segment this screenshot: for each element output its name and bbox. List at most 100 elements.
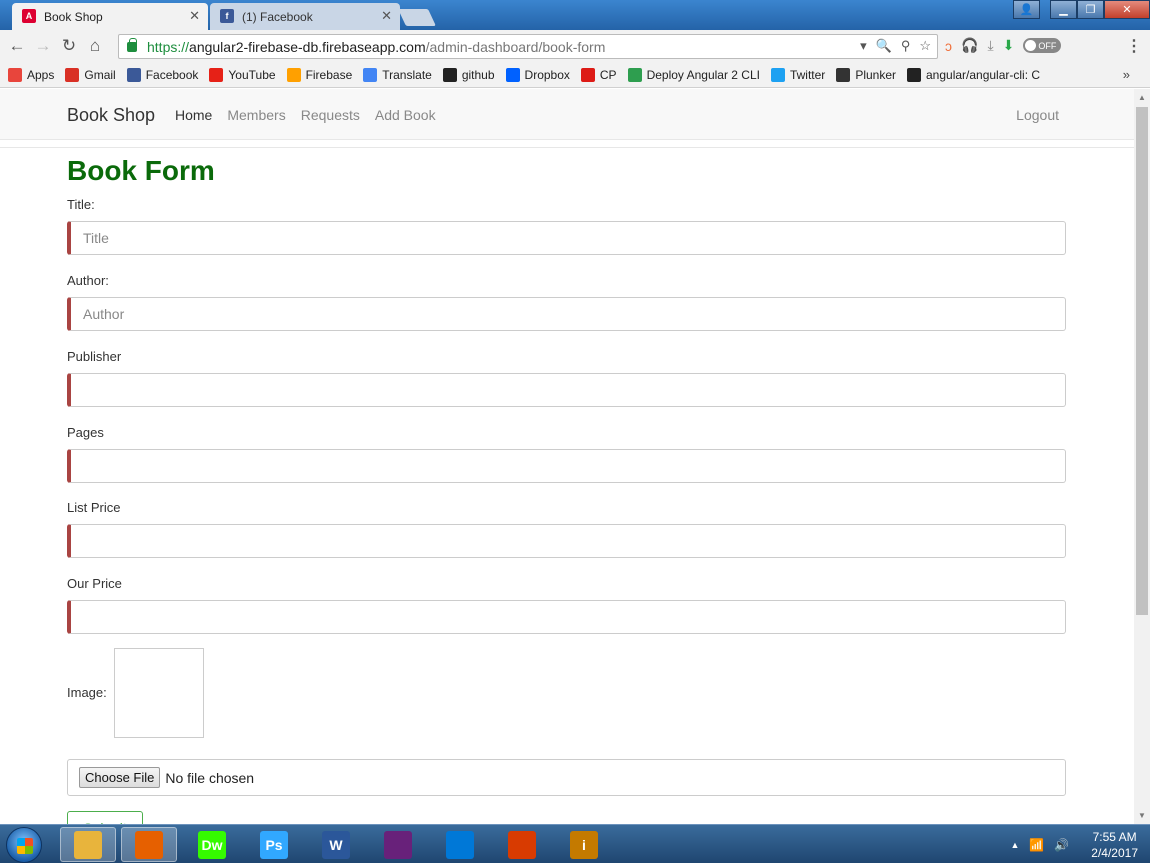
firefox-icon — [135, 830, 163, 859]
image-label: Image: — [67, 685, 107, 700]
apps-grid-icon — [8, 67, 22, 82]
bookmark-item[interactable]: Dropbox — [505, 67, 570, 82]
bookmark-item[interactable]: Firebase — [286, 67, 352, 82]
bookmark-label: Apps — [27, 67, 55, 82]
bookmark-item[interactable]: Translate — [363, 67, 432, 82]
bookmark-item[interactable]: YouTube — [209, 67, 276, 82]
windows-taskbar: ▲ 📶 🔊 7:55 AM 2/4/2017 Dw Ps Wi — [0, 824, 1150, 863]
submit-button[interactable]: Submit — [67, 811, 143, 824]
dropbox-icon — [505, 67, 520, 82]
bookmark-item[interactable]: github — [442, 67, 495, 82]
bookmark-item[interactable]: Twitter — [770, 67, 825, 82]
bookmark-item[interactable]: Facebook — [126, 67, 198, 82]
taskbar-app-button[interactable] — [121, 827, 177, 862]
file-explorer-icon — [74, 830, 102, 859]
author-label: Author: — [67, 273, 109, 288]
nav-home[interactable]: Home — [175, 107, 212, 123]
start-button[interactable] — [6, 827, 42, 863]
page-scrollbar[interactable]: ▲ ▼ — [1134, 89, 1150, 824]
scroll-down-icon[interactable]: ▼ — [1138, 811, 1146, 820]
taskbar-app-button[interactable]: i — [556, 827, 612, 862]
back-arrow-icon[interactable]: ← — [4, 36, 30, 56]
logout-link[interactable]: Logout — [1016, 107, 1059, 123]
dropdown-icon[interactable]: ▾ — [860, 38, 867, 54]
profile-icon[interactable]: 👤 — [1013, 0, 1040, 19]
our-price-input[interactable] — [67, 600, 1066, 634]
our-price-label: Our Price — [67, 576, 122, 591]
bookmark-label: YouTube — [228, 67, 276, 82]
taskbar-app-button[interactable] — [494, 827, 550, 862]
extension-c-icon[interactable]: ↄ — [945, 38, 952, 54]
tab-book-shop[interactable]: A Book Shop ✕ — [12, 3, 208, 30]
taskbar-app-button[interactable]: Ps — [246, 827, 302, 862]
download-circle-icon[interactable]: ⬇ — [1003, 37, 1015, 54]
choose-file-button[interactable]: Choose File — [79, 767, 161, 788]
forward-arrow-icon[interactable]: → — [30, 36, 56, 56]
taskbar-app-button[interactable]: Dw — [184, 827, 240, 862]
bookmark-star-icon[interactable]: ☆ — [919, 38, 931, 54]
youtube-icon — [209, 67, 224, 82]
maximize-button[interactable]: ❐ — [1077, 0, 1104, 19]
window-controls: 👤 ▁ ❐ ✕ — [1013, 0, 1150, 20]
taskbar-app-button[interactable] — [370, 827, 426, 862]
nav-add-book[interactable]: Add Book — [375, 107, 436, 123]
publisher-input[interactable] — [67, 373, 1066, 407]
download-tray-icon[interactable]: ⤓ — [987, 37, 993, 54]
secure-lock-icon — [127, 37, 137, 52]
taskbar-app-button[interactable]: W — [308, 827, 364, 862]
list-price-input[interactable] — [67, 524, 1066, 558]
headphones-icon[interactable]: 🎧 — [961, 37, 978, 54]
gmail-icon — [65, 67, 80, 82]
zoom-icon[interactable]: 🔍 — [876, 38, 892, 54]
taskbar-app-button[interactable] — [432, 827, 488, 862]
vscode-icon — [446, 830, 474, 859]
address-bar[interactable]: https:// angular2-firebase-db.firebaseap… — [118, 34, 938, 59]
reload-icon[interactable]: ↻ — [56, 36, 82, 56]
extension-toggle[interactable]: OFF — [1023, 38, 1062, 53]
bookmark-item[interactable]: Deploy Angular 2 CLI — [627, 67, 760, 82]
nav-members[interactable]: Members — [227, 107, 285, 123]
author-input[interactable] — [67, 297, 1066, 331]
photoshop-icon: Ps — [260, 830, 288, 859]
bookmark-label: Plunker — [855, 67, 896, 82]
publisher-label: Publisher — [67, 349, 122, 364]
title-input[interactable] — [67, 221, 1066, 255]
scroll-up-icon[interactable]: ▲ — [1138, 93, 1146, 102]
bookmark-item[interactable]: Plunker — [836, 67, 896, 82]
url-scheme: https:// — [147, 38, 190, 55]
bookmark-item[interactable]: Apps — [8, 67, 55, 82]
site-nav-links: Home Members Requests Add Book — [175, 107, 436, 123]
show-hidden-icons-icon[interactable]: ▲ — [1010, 840, 1019, 850]
word-icon: W — [322, 830, 350, 859]
bookmark-item[interactable]: Gmail — [65, 67, 116, 82]
clock-time: 7:55 AM — [1092, 829, 1137, 844]
pin-icon[interactable]: ⚲ — [901, 38, 911, 54]
angular-favicon-icon: A — [22, 9, 36, 23]
taskbar-app-button[interactable] — [60, 827, 116, 862]
bookmark-item[interactable]: CP — [580, 67, 617, 82]
tab-facebook[interactable]: f (1) Facebook ✕ — [210, 3, 400, 30]
tab-title: (1) Facebook — [242, 9, 313, 24]
scroll-thumb[interactable] — [1136, 107, 1148, 615]
pages-input[interactable] — [67, 449, 1066, 483]
nav-requests[interactable]: Requests — [301, 107, 360, 123]
translate-icon — [363, 67, 378, 82]
new-tab-button[interactable] — [398, 9, 436, 26]
browser-menu-icon[interactable]: ⋮ — [1126, 36, 1142, 56]
close-tab-icon[interactable]: ✕ — [189, 8, 200, 24]
network-signal-icon[interactable]: 📶 — [1029, 838, 1044, 852]
bookmark-item[interactable]: angular/angular-cli: C — [907, 67, 1040, 82]
close-tab-icon[interactable]: ✕ — [381, 8, 392, 24]
omnibox-actions: ▾ 🔍 ⚲ ☆ — [860, 38, 931, 54]
site-brand[interactable]: Book Shop — [67, 105, 155, 126]
taskbar-clock[interactable]: 7:55 AM 2/4/2017 — [1091, 829, 1138, 861]
home-icon[interactable]: ⌂ — [82, 36, 108, 56]
close-window-button[interactable]: ✕ — [1104, 0, 1150, 19]
dreamweaver-icon: Dw — [198, 830, 226, 859]
cp-icon — [580, 67, 595, 82]
volume-icon[interactable]: 🔊 — [1054, 838, 1069, 852]
bookmarks-overflow-icon[interactable]: » — [1123, 67, 1130, 82]
list-price-label: List Price — [67, 500, 121, 515]
minimize-button[interactable]: ▁ — [1050, 0, 1077, 19]
site-navbar: Book Shop Home Members Requests Add Book… — [0, 89, 1134, 140]
